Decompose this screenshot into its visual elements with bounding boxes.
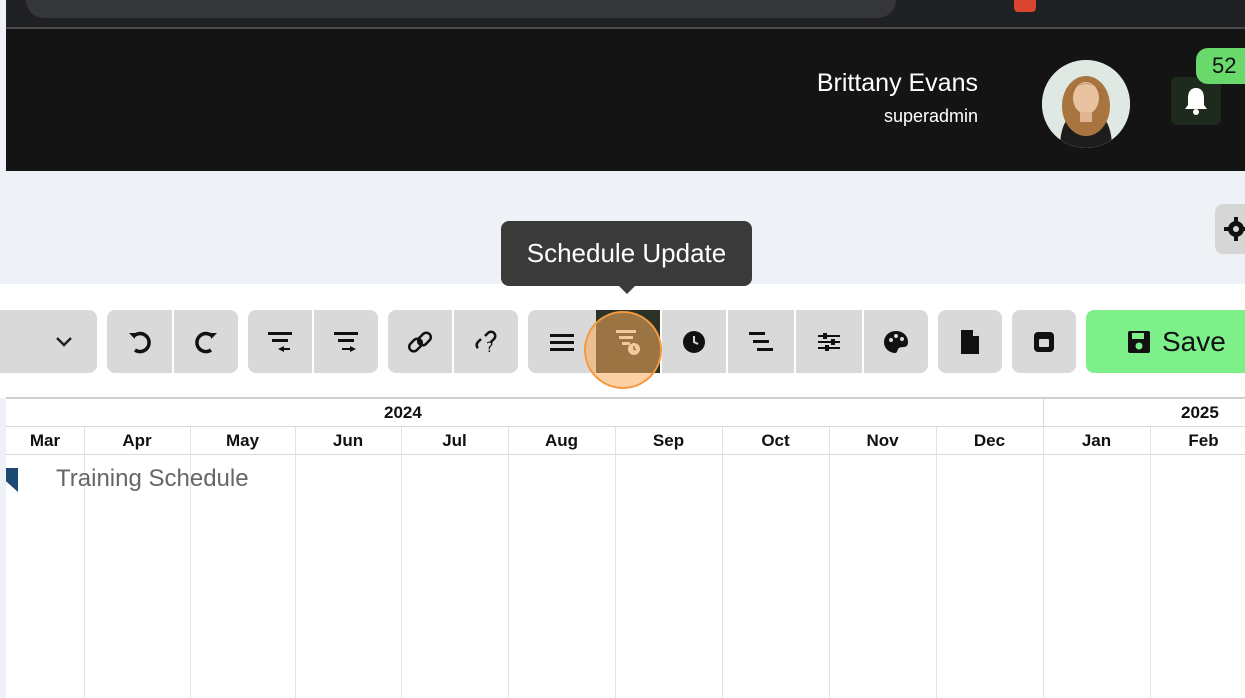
view-dropdown[interactable] [0,310,97,373]
link-icon [407,330,433,353]
lines-icon [550,333,574,351]
clock-button[interactable] [662,310,726,373]
grid-line [936,427,937,698]
avatar[interactable] [1042,60,1130,148]
indent-icon [334,331,358,352]
tooltip: Schedule Update [501,221,752,286]
month-label: Sep [652,430,685,450]
sliders-icon [818,332,840,351]
app-header: Brittany Evans superadmin 52 [6,29,1245,171]
unlink-icon: ? [475,330,497,356]
gear-icon [1224,217,1245,241]
indent-button[interactable] [314,310,378,373]
grid-line [722,427,723,698]
bell-icon [1185,88,1207,115]
year-divider [1043,399,1044,426]
month-label: Dec [973,430,1006,450]
grid-line [1043,427,1044,698]
save-disk-button[interactable] [1012,310,1076,373]
palette-icon [884,330,908,353]
filter-clock-icon [616,329,640,355]
settings-button[interactable] [1215,204,1245,254]
floppy-icon [1034,331,1054,352]
unlink-button[interactable]: ? [454,310,518,373]
grid-line [615,427,616,698]
gantt-chart: 2024 2025 Mar Apr May Jun Jul Aug Sep Oc… [6,397,1245,698]
undo-icon [128,331,151,353]
notifications-button[interactable] [1171,77,1221,125]
grid-line [295,427,296,698]
user-role: superadmin [883,106,978,126]
link-button[interactable] [388,310,452,373]
user-name: Brittany Evans [816,69,978,97]
settings-sliders-button[interactable] [796,310,862,373]
month-label: Jul [442,430,467,450]
save-label: Save [1162,325,1226,357]
schedule-update-button[interactable] [596,310,660,373]
outdent-icon [268,331,292,352]
extension-icon[interactable] [1014,0,1036,12]
tasks-button[interactable] [728,310,794,373]
palette-button[interactable] [864,310,928,373]
month-label: Apr [122,430,152,450]
redo-button[interactable] [174,310,238,373]
notification-badge: 52 [1196,48,1245,84]
browser-top-bar [6,0,1245,28]
task-label[interactable]: Training Schedule [56,465,249,493]
year-label: 2025 [1181,403,1219,422]
month-label: May [225,430,260,450]
month-label: Oct [761,430,790,450]
tooltip-arrow [619,286,635,294]
floppy-disk-icon [1128,330,1150,353]
grid-line [829,427,830,698]
month-header: Mar Apr May Jun Jul Aug Sep Oct Nov Dec … [6,426,1245,455]
month-label: Nov [866,430,899,450]
menu-button[interactable] [528,310,596,373]
indent-lines-icon [749,331,773,351]
svg-text:?: ? [486,340,493,356]
file-button[interactable] [938,310,1002,373]
task-bar-marker[interactable] [6,468,18,492]
save-button[interactable]: Save [1086,310,1245,373]
clock-icon [683,330,705,353]
outdent-button[interactable] [248,310,312,373]
file-icon [961,329,979,354]
grid-line [508,427,509,698]
grid-line [401,427,402,698]
chevron-down-icon [55,336,72,347]
grid-line [1150,427,1151,698]
browser-tab[interactable] [26,0,896,18]
month-label: Jun [332,430,364,450]
undo-button[interactable] [107,310,172,373]
redo-icon [195,331,217,353]
month-label: Aug [544,430,579,450]
month-label: Feb [1188,430,1219,450]
year-label: 2024 [384,403,422,422]
month-label: Jan [1081,430,1112,450]
month-label: Mar [29,430,61,450]
